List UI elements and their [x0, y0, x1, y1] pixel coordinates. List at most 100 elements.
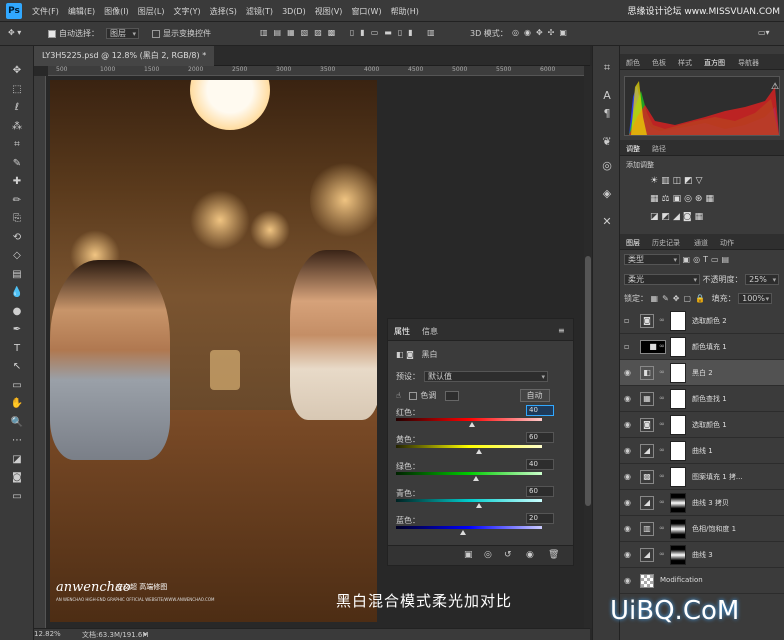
eraser-icon[interactable]: ◇ — [8, 249, 26, 263]
menu-item-7[interactable]: 3D(D) — [282, 7, 306, 16]
layer-mask[interactable] — [670, 493, 686, 513]
document-tab[interactable]: LY3H5225.psd @ 12.8% (黑白 2, RGB/8) * — [34, 46, 215, 66]
marquee-tool-icon[interactable]: ⬚ — [8, 83, 26, 97]
link-icon[interactable]: ∞ — [659, 316, 665, 324]
dodge-tool-icon[interactable]: ● — [8, 305, 26, 319]
panel-tab-色板[interactable]: 色板 — [652, 58, 666, 68]
hand-icon[interactable]: ☝ — [396, 391, 401, 400]
adjustment-icons-row1[interactable]: ☀▥◫◩▽ — [650, 176, 706, 186]
panel-tab-样式[interactable]: 样式 — [678, 58, 692, 68]
trash-icon[interactable]: 🗑 — [548, 550, 559, 560]
panel-tab-调整[interactable]: 调整 — [626, 144, 640, 154]
hand-tool-icon[interactable]: ✋ — [8, 397, 26, 411]
kind-dropdown[interactable]: 类型 — [624, 254, 680, 265]
layer-row[interactable]: ◉ ◢ ∞ 曲线 3 拷贝 — [620, 490, 784, 516]
zoom-tool-icon[interactable]: 🔍 — [8, 416, 26, 430]
slider-knob-4[interactable] — [460, 530, 467, 535]
slider-value-4[interactable]: 20 — [526, 513, 554, 524]
panel-tab-通道[interactable]: 通道 — [694, 238, 708, 248]
layer-mask[interactable] — [670, 389, 686, 409]
reset-icon[interactable]: ↺ — [504, 550, 512, 560]
menu-item-6[interactable]: 滤镜(T) — [246, 6, 273, 17]
panel-tab-图层[interactable]: 图层 — [626, 238, 640, 248]
layer-row[interactable]: ◉ ◧ ∞ 黑白 2 — [620, 360, 784, 386]
auto-select-dropdown[interactable]: 图层 — [106, 28, 139, 39]
tab-info[interactable]: 信息 — [422, 326, 438, 337]
paragraph-icon[interactable]: ¶ — [599, 106, 615, 122]
panel-tab-颜色[interactable]: 颜色 — [626, 58, 640, 68]
brush-tool-icon[interactable]: ✏ — [8, 194, 26, 208]
tint-swatch[interactable] — [444, 390, 459, 401]
quick-mask-icon[interactable]: ◙ — [8, 471, 26, 485]
view-previous-icon[interactable]: ◎ — [484, 550, 492, 560]
link-icon[interactable]: ∞ — [659, 550, 665, 558]
slider-value-2[interactable]: 40 — [526, 459, 554, 470]
history-brush-icon[interactable]: ⟲ — [8, 231, 26, 245]
slider-knob-3[interactable] — [476, 503, 483, 508]
eye-icon[interactable]: ◉ — [624, 420, 634, 430]
link-icon[interactable]: ∞ — [659, 368, 665, 376]
link-icon[interactable]: ∞ — [659, 342, 665, 350]
filter-icons[interactable]: ▣◎T▭▤ — [683, 255, 733, 264]
lock-icons[interactable]: ▦✎✥▢🔒 — [651, 294, 709, 303]
slider-track-2[interactable] — [396, 472, 542, 475]
link-icon[interactable]: ∞ — [659, 420, 665, 428]
zoom-level[interactable]: 12.82% — [34, 630, 61, 638]
align-icons[interactable]: ▥▤▦▧▨▩ ▯▮▭▬▯▮ ▥ — [260, 28, 441, 37]
eye-icon[interactable]: ◉ — [624, 446, 634, 456]
healing-brush-icon[interactable]: ✚ — [8, 175, 26, 189]
eye-icon[interactable]: ◉ — [624, 472, 634, 482]
brush-settings-icon[interactable]: ❦ — [599, 134, 615, 150]
link-icon[interactable]: ∞ — [659, 446, 665, 454]
layer-mask[interactable] — [670, 441, 686, 461]
show-transform-checkbox[interactable]: 显示变换控件 — [152, 28, 211, 39]
layer-mask[interactable] — [670, 519, 686, 539]
workspace-icon[interactable]: ▭▾ — [758, 28, 770, 37]
menu-item-5[interactable]: 选择(S) — [210, 6, 237, 17]
eye-icon[interactable]: ▫ — [624, 316, 634, 326]
menu-item-4[interactable]: 文字(Y) — [173, 6, 200, 17]
shape-tool-icon[interactable]: ▭ — [8, 379, 26, 393]
layer-row[interactable]: ◉ Modification — [620, 568, 784, 594]
panel-tab-历史记录[interactable]: 历史记录 — [652, 238, 680, 248]
character-icon[interactable]: A — [599, 88, 615, 104]
slider-knob-2[interactable] — [473, 476, 480, 481]
eye-icon[interactable]: ◉ — [624, 524, 634, 534]
slider-value-3[interactable]: 60 — [526, 486, 554, 497]
clip-icon[interactable]: ▣ — [464, 550, 473, 560]
move-tool-icon[interactable]: ✥ — [8, 64, 26, 78]
layer-row[interactable]: ◉ ◙ ∞ 选取颜色 1 — [620, 412, 784, 438]
gradient-tool-icon[interactable]: ▤ — [8, 268, 26, 282]
eye-icon[interactable]: ◉ — [624, 550, 634, 560]
menu-item-3[interactable]: 图层(L) — [138, 6, 165, 17]
clone-source-icon[interactable]: ◎ — [599, 158, 615, 174]
preset-dropdown[interactable]: 默认值 — [424, 371, 548, 382]
scroll-thumb[interactable] — [585, 256, 591, 506]
menu-item-9[interactable]: 窗口(W) — [351, 6, 381, 17]
layer-mask[interactable] — [670, 363, 686, 383]
layer-row[interactable]: ▫ ■ ∞ 颜色填充 1 — [620, 334, 784, 360]
layer-mask[interactable] — [670, 467, 686, 487]
document-photo[interactable]: anwenchao 安文超 高端修图 AN WENCHAO HIGH-END G… — [50, 80, 377, 622]
tint-checkbox[interactable] — [409, 391, 418, 400]
layer-row[interactable]: ◉ ▦ ∞ 颜色查找 1 — [620, 386, 784, 412]
eye-icon[interactable]: ◉ — [624, 576, 634, 586]
panel-tab-路径[interactable]: 路径 — [652, 144, 666, 154]
link-icon[interactable]: ∞ — [659, 394, 665, 402]
slider-value-0[interactable]: 40 — [526, 405, 554, 416]
link-icon[interactable]: ∞ — [659, 498, 665, 506]
more-tools-icon[interactable]: ⋯ — [8, 434, 26, 448]
menu-item-10[interactable]: 帮助(H) — [391, 6, 419, 17]
vertical-scrollbar[interactable] — [584, 66, 592, 628]
layer-mask[interactable] — [670, 415, 686, 435]
quick-select-icon[interactable]: ⁂ — [8, 120, 26, 134]
eye-icon[interactable]: ▫ — [624, 342, 634, 352]
3d-tool-icons[interactable]: ◎◉✥✣▣ — [512, 28, 572, 37]
layer-mask[interactable] — [670, 545, 686, 565]
auto-select-checkbox[interactable]: 自动选择： — [48, 28, 99, 39]
layer-mask[interactable] — [670, 311, 686, 331]
eye-icon[interactable]: ◉ — [624, 394, 634, 404]
lasso-tool-icon[interactable]: ℓ — [8, 101, 26, 115]
visibility-icon[interactable]: ◉ — [526, 550, 534, 560]
panel-tab-导航器[interactable]: 导航器 — [738, 58, 759, 68]
